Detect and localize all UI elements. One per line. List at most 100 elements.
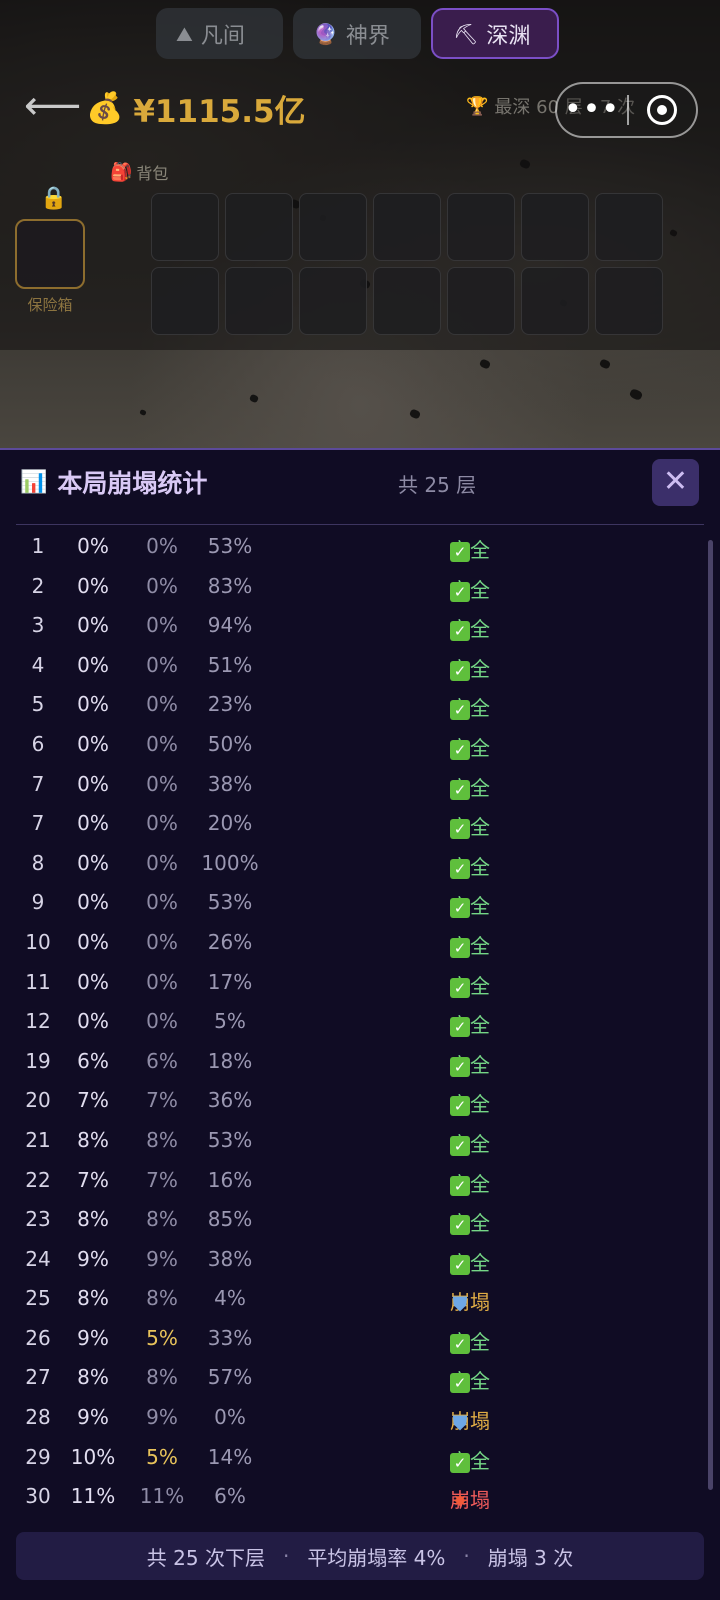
- table-row: 4 0% 0% 51% ✓ 安全: [0, 645, 720, 685]
- layer-number: 20: [25, 1088, 51, 1113]
- backpack-slot[interactable]: [299, 267, 367, 335]
- tab-abyss[interactable]: ⛏ 深渊: [431, 8, 559, 59]
- safe-box-slot[interactable]: [15, 219, 85, 289]
- table-row: 23 8% 8% 85% ✓ 安全: [0, 1199, 720, 1239]
- layer-number: 24: [25, 1246, 51, 1271]
- more-menu-button[interactable]: •••: [557, 95, 627, 125]
- adjusted-rate: 0%: [146, 890, 178, 915]
- backpack-grid: [151, 193, 663, 335]
- summary-average: 平均崩塌率 4%: [307, 1545, 446, 1570]
- tab-mortal[interactable]: ⛰ 凡间: [156, 8, 283, 59]
- collapse-rate: 7%: [77, 1088, 109, 1113]
- collapse-rate: 9%: [77, 1325, 109, 1350]
- roll-value: 100%: [201, 850, 259, 875]
- table-row: 6 0% 0% 50% ✓ 安全: [0, 724, 720, 764]
- layer-number: 7: [31, 811, 45, 836]
- backpack-slot[interactable]: [225, 193, 293, 261]
- collapse-rate: 0%: [77, 652, 109, 677]
- adjusted-rate: 0%: [146, 692, 178, 717]
- tab-divine[interactable]: 🔮 神界: [293, 8, 421, 59]
- layer-number: 8: [31, 850, 45, 875]
- bar-chart-icon: 📊: [20, 469, 48, 495]
- layer-number: 5: [31, 692, 45, 717]
- backpack-slot[interactable]: [521, 267, 589, 335]
- layer-number: 27: [25, 1365, 51, 1390]
- layer-number: 9: [31, 890, 45, 915]
- table-row: 9 0% 0% 53% ✓ 安全: [0, 882, 720, 922]
- collapse-rate: 7%: [77, 1167, 109, 1192]
- collapse-rate: 0%: [77, 969, 109, 994]
- roll-value: 94%: [207, 613, 253, 638]
- backpack-slot[interactable]: [595, 193, 663, 261]
- panel-title-text: 本局崩塌统计: [57, 469, 208, 498]
- collapse-rate: 8%: [77, 1127, 109, 1152]
- adjusted-rate: 7%: [146, 1167, 178, 1192]
- adjusted-rate: 0%: [146, 929, 178, 954]
- backpack-icon: 🎒: [110, 161, 133, 183]
- close-panel-button[interactable]: ✕: [652, 459, 699, 506]
- scrollbar[interactable]: [708, 540, 713, 1490]
- table-row: 30 11% 11% 6% ✸ 崩塌: [0, 1476, 720, 1516]
- roll-value: 23%: [207, 692, 253, 717]
- backpack-slot[interactable]: [225, 267, 293, 335]
- collapse-rate: 9%: [77, 1405, 109, 1430]
- roll-value: 4%: [214, 1286, 246, 1311]
- adjusted-rate: 8%: [146, 1365, 178, 1390]
- check-icon: ✓: [450, 1056, 470, 1077]
- roll-value: 36%: [207, 1088, 253, 1113]
- collapse-rate: 0%: [77, 573, 109, 598]
- roll-value: 6%: [214, 1484, 246, 1509]
- backpack-slot[interactable]: [447, 193, 515, 261]
- table-row: 1 0% 0% 53% ✓ 安全: [0, 526, 720, 566]
- table-row: 27 8% 8% 57% ✓ 安全: [0, 1357, 720, 1397]
- layer-number: 21: [25, 1127, 51, 1152]
- money-bag-icon: 💰: [86, 91, 124, 126]
- table-row: 29 10% 5% 14% ✓ 安全: [0, 1437, 720, 1477]
- backpack-slot[interactable]: [299, 193, 367, 261]
- backpack-slot[interactable]: [595, 267, 663, 335]
- pickaxe-icon: ⛏: [453, 21, 479, 46]
- check-icon: ✓: [450, 819, 470, 840]
- collapse-rate: 0%: [77, 731, 109, 756]
- trophy-icon: 🏆: [466, 95, 489, 117]
- roll-value: 18%: [207, 1048, 253, 1073]
- back-arrow-icon[interactable]: ⟵: [24, 86, 81, 130]
- layer-number: 19: [25, 1048, 51, 1073]
- adjusted-rate: 9%: [146, 1405, 178, 1430]
- roll-value: 51%: [207, 652, 253, 677]
- adjusted-rate: 0%: [146, 613, 178, 638]
- layer-number: 3: [31, 613, 45, 638]
- table-row: 22 7% 7% 16% ✓ 安全: [0, 1160, 720, 1200]
- shield-icon: ⛊: [452, 1411, 468, 1436]
- result-cell: ⛊ 崩塌: [450, 1286, 570, 1315]
- backpack-slot[interactable]: [151, 267, 219, 335]
- layer-number: 12: [25, 1009, 51, 1034]
- collapse-rate: 0%: [77, 850, 109, 875]
- mountain-icon: ⛰: [176, 21, 193, 46]
- panel-header: 📊 本局崩塌统计 共 25 层 ✕: [0, 450, 720, 512]
- backpack-slot[interactable]: [447, 267, 515, 335]
- adjusted-rate: 6%: [146, 1048, 178, 1073]
- check-icon: ✓: [450, 1175, 470, 1196]
- check-icon: ✓: [450, 1096, 470, 1117]
- close-miniprogram-button[interactable]: [647, 95, 677, 125]
- backpack-slot[interactable]: [373, 267, 441, 335]
- result-cell: ✓ 安全: [450, 732, 570, 761]
- layer-number: 26: [25, 1325, 51, 1350]
- result-cell: ✓ 安全: [450, 1247, 570, 1276]
- result-cell: ✓ 安全: [450, 574, 570, 603]
- layer-number: 7: [31, 771, 45, 796]
- table-row: 11 0% 0% 17% ✓ 安全: [0, 962, 720, 1002]
- check-icon: ✓: [450, 1452, 470, 1473]
- backpack-slot[interactable]: [151, 193, 219, 261]
- lock-icon: 🔒: [40, 186, 68, 211]
- backpack-slot[interactable]: [373, 193, 441, 261]
- check-icon: ✓: [450, 898, 470, 919]
- tab-label: 凡间: [200, 23, 245, 49]
- adjusted-rate: 8%: [146, 1286, 178, 1311]
- adjusted-rate: 0%: [146, 969, 178, 994]
- layer-number: 10: [25, 929, 51, 954]
- collapse-rate: 10%: [70, 1444, 116, 1469]
- backpack-slot[interactable]: [521, 193, 589, 261]
- adjusted-rate: 0%: [146, 1009, 178, 1034]
